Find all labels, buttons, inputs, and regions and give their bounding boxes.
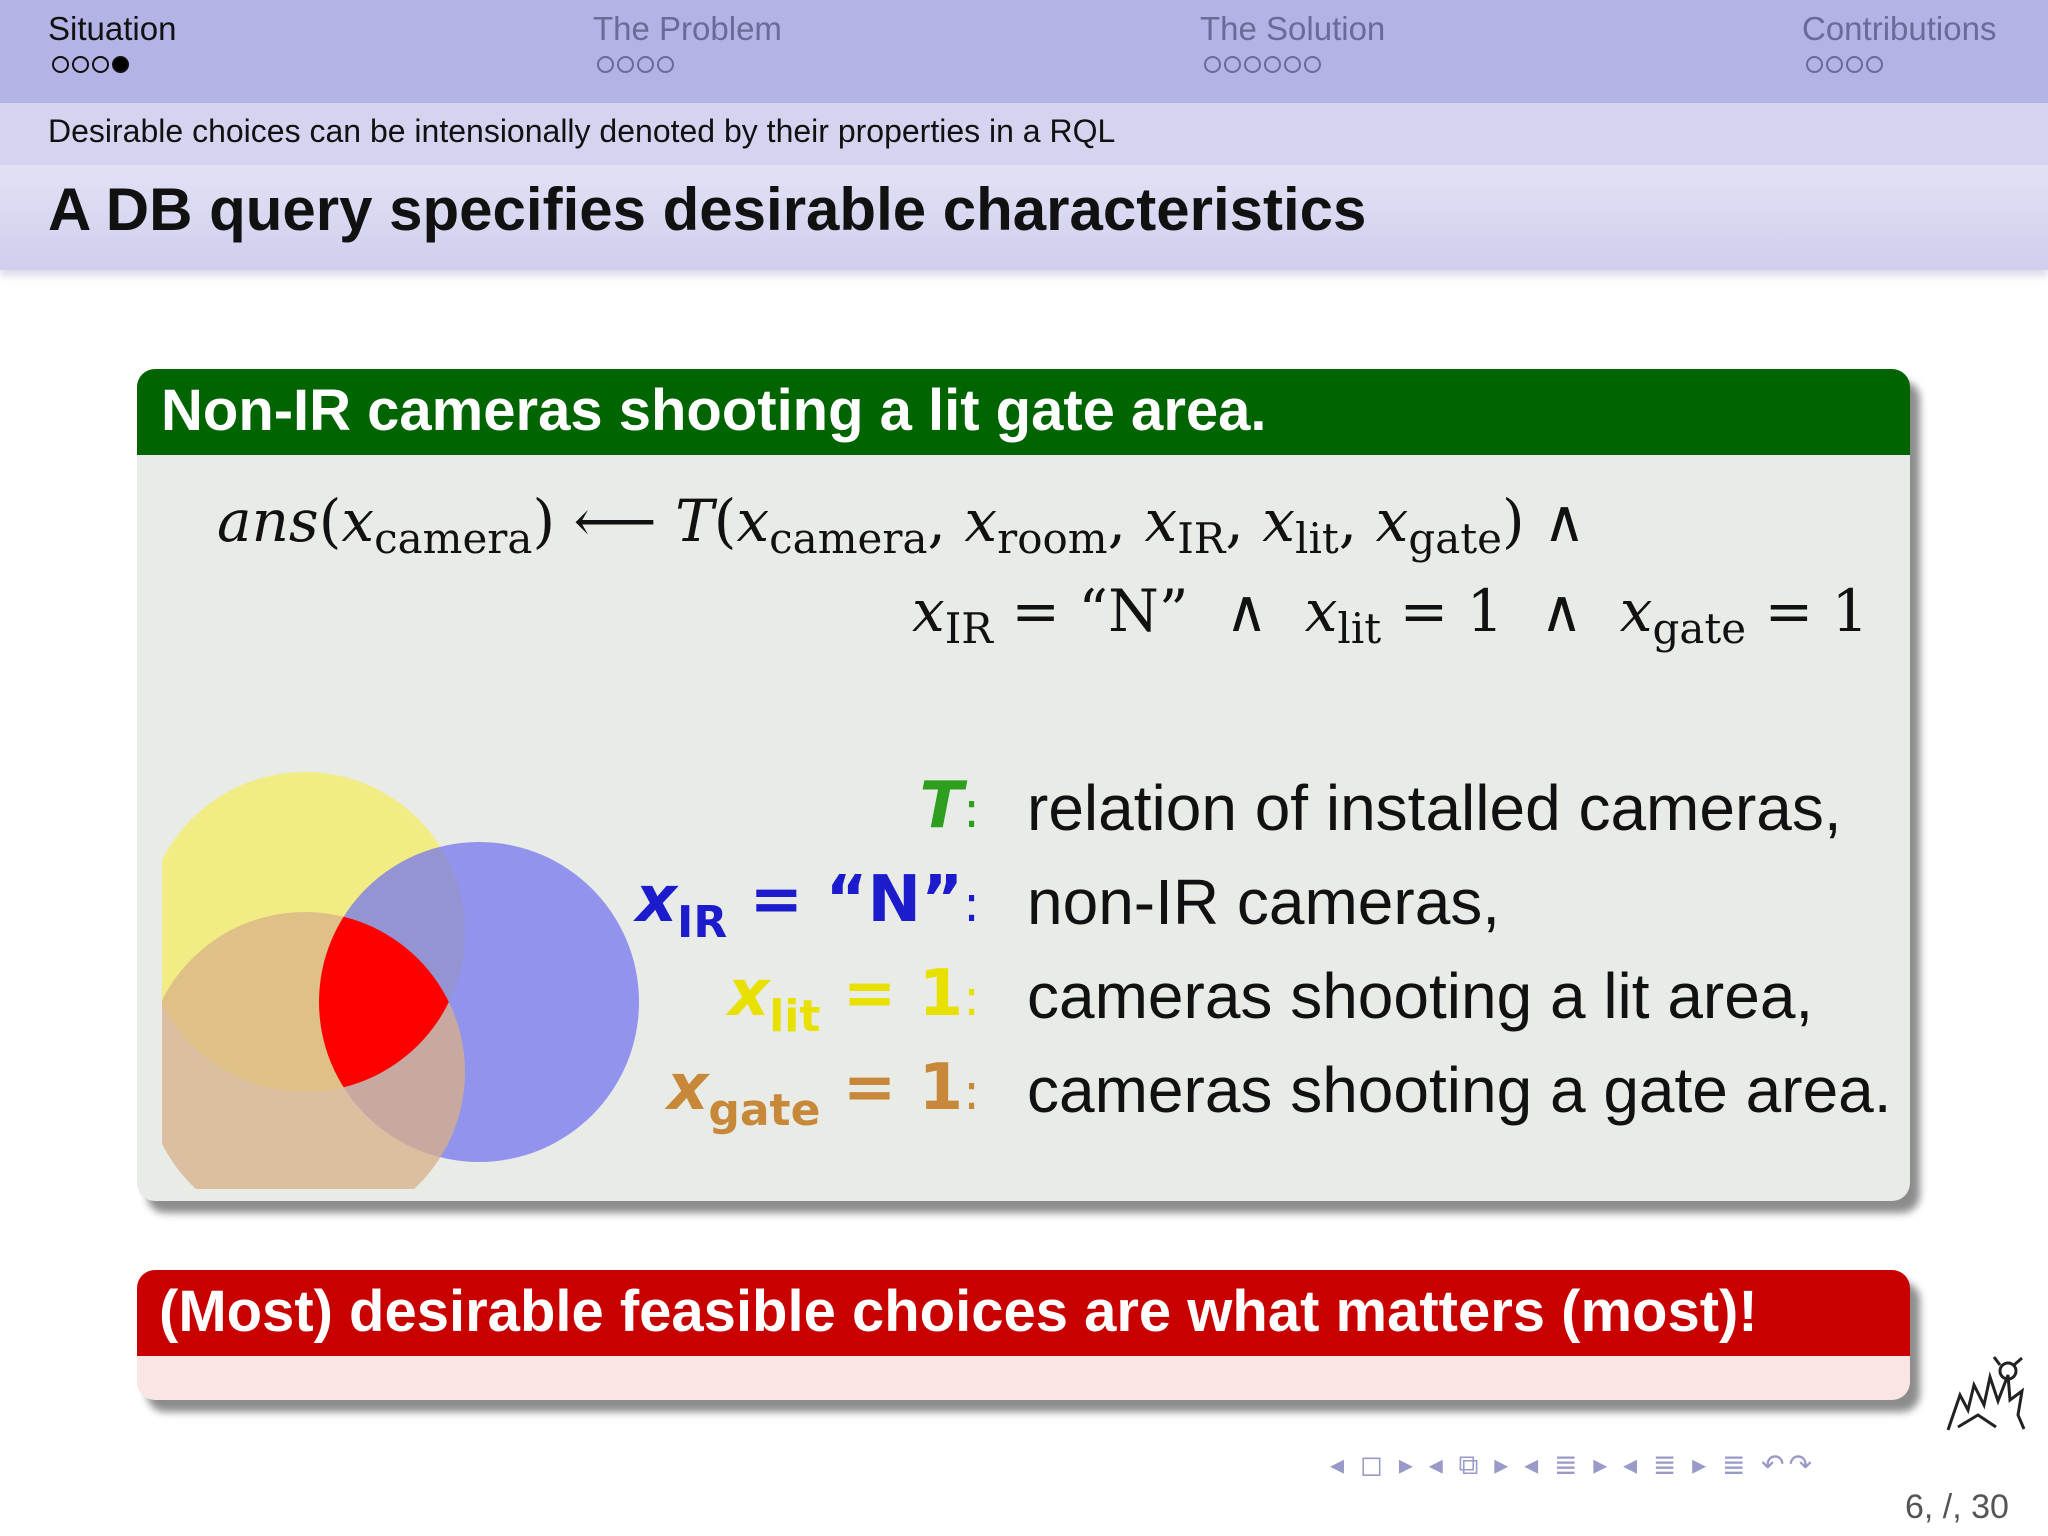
alert-block-heading: (Most) desirable feasible choices are wh… [137, 1270, 1910, 1356]
legend-symbol-text: x [727, 957, 770, 1031]
nav-dot[interactable] [1204, 56, 1221, 73]
formula-sub: lit [1295, 514, 1339, 563]
subsection-bar: Desirable choices can be intensionally d… [0, 103, 2048, 165]
nav-dot[interactable] [1244, 56, 1261, 73]
nav-dot[interactable] [1264, 56, 1281, 73]
legend-description: cameras shooting a gate area. [1027, 1054, 1892, 1126]
nav-dot[interactable] [92, 56, 109, 73]
legend-row: T: relation of installed cameras, [137, 769, 1910, 844]
formula-sub: gate [1408, 514, 1503, 563]
legend-sub: lit [769, 991, 821, 1042]
formula-var: x [1262, 487, 1296, 555]
section-navigation: Situation The Problem The Solution Contr… [0, 0, 2048, 103]
frame-title: A DB query specifies desirable character… [48, 176, 1367, 243]
formula-sub: IR [1177, 514, 1226, 563]
nav-dot[interactable] [1866, 56, 1883, 73]
frame-title-bar: A DB query specifies desirable character… [0, 165, 2048, 270]
legend-symbol: xlit = 1: [728, 957, 980, 1042]
legend-row: xgate = 1: cameras shooting a gate area. [137, 1051, 1910, 1136]
formula-ans: ans [217, 487, 319, 555]
formula-string: “N” [1078, 577, 1189, 645]
subsection-title[interactable]: Desirable choices can be intensionally d… [48, 113, 1115, 150]
formula-arrow: ⟵ [573, 487, 657, 555]
nav-dot[interactable] [1224, 56, 1241, 73]
legend-symbol-text: x [667, 1051, 709, 1125]
legend-sub: IR [677, 897, 728, 948]
legend-symbol: xgate = 1: [667, 1051, 980, 1136]
nav-dot[interactable] [1304, 56, 1321, 73]
legend-colon: : [963, 969, 980, 1027]
nav-dots-solution [1204, 56, 1321, 73]
nav-section-situation[interactable]: Situation [48, 10, 176, 48]
formula-sub: IR [944, 604, 993, 653]
formula-relation: T [675, 487, 714, 555]
legend-symbol-text: T [919, 769, 964, 843]
formula-and: ∧ [1543, 487, 1586, 555]
formula-var: x [736, 487, 770, 555]
nav-section-contributions[interactable]: Contributions [1802, 10, 1996, 48]
formula-var: x [964, 487, 998, 555]
formula-sub: gate [1652, 604, 1747, 653]
legend-description: non-IR cameras, [1027, 866, 1501, 938]
nav-section-solution[interactable]: The Solution [1200, 10, 1385, 48]
formula-var: x [1619, 577, 1653, 645]
nav-dot[interactable] [72, 56, 89, 73]
formula-sub: camera [769, 514, 928, 563]
legend-rhs: = 1 [820, 1051, 964, 1125]
formula-var: x [1375, 487, 1409, 555]
legend-colon: : [963, 781, 980, 839]
query-formula-line-2: xIR = “N” ∧ xlit = 1 ∧ xgate = 1 . [912, 577, 1910, 653]
alert-block: (Most) desirable feasible choices are wh… [137, 1270, 1910, 1400]
formula-eq: = [1399, 577, 1449, 645]
formula-and: ∧ [1225, 577, 1268, 645]
nav-dot[interactable] [1284, 56, 1301, 73]
legend-symbol: T: [919, 769, 980, 843]
nav-section-problem[interactable]: The Problem [593, 10, 782, 48]
legend-row: xIR = “N”: non-IR cameras, [137, 863, 1910, 948]
formula-sub: lit [1337, 604, 1382, 653]
legend-colon: : [963, 875, 980, 933]
formula-sub: camera [374, 514, 533, 563]
beamer-navigation-controls[interactable]: ◂ ◻ ▸ ◂ ⧉ ▸ ◂ ≣ ▸ ◂ ≣ ▸ ≣ ↶↷ [1330, 1448, 1816, 1482]
formula-eq: = [1764, 577, 1814, 645]
formula-one: 1 [1831, 577, 1869, 645]
nav-dot[interactable] [617, 56, 634, 73]
query-formula-line-1: ans(xcamera) ⟵ T(xcamera, xroom, xIR, xl… [217, 487, 1586, 563]
formula-sub: room [997, 514, 1108, 563]
example-block-heading: Non-IR cameras shooting a lit gate area. [137, 369, 1910, 455]
university-lion-logo [1946, 1356, 2026, 1431]
nav-dots-situation [52, 56, 129, 73]
legend-sub: gate [708, 1085, 821, 1136]
formula-var: x [341, 487, 375, 555]
example-block: Non-IR cameras shooting a lit gate area.… [137, 369, 1910, 1201]
formula-one: 1 [1466, 577, 1504, 645]
formula-var: x [912, 577, 945, 645]
formula-var: x [1304, 577, 1338, 645]
nav-dot[interactable] [1826, 56, 1843, 73]
legend-description: cameras shooting a lit area, [1027, 960, 1814, 1032]
nav-dots-contributions [1806, 56, 1883, 73]
legend-symbol-text: x [635, 863, 677, 937]
formula-eq: = [1011, 577, 1060, 645]
legend-row: xlit = 1: cameras shooting a lit area, [137, 957, 1910, 1042]
formula-and: ∧ [1540, 577, 1583, 645]
page-number: 6, /, 30 [1905, 1488, 2009, 1526]
formula-var: x [1144, 487, 1178, 555]
nav-dot[interactable] [1806, 56, 1823, 73]
legend-description: relation of installed cameras, [1027, 772, 1842, 844]
nav-dot[interactable] [1846, 56, 1863, 73]
nav-dots-problem [597, 56, 674, 73]
nav-dot[interactable] [637, 56, 654, 73]
legend-rhs: = “N” [727, 863, 964, 937]
legend-symbol: xIR = “N”: [636, 863, 980, 948]
nav-dot[interactable] [657, 56, 674, 73]
legend-colon: : [963, 1063, 980, 1121]
legend-rhs: = 1 [820, 957, 964, 1031]
nav-dot[interactable] [52, 56, 69, 73]
nav-dot[interactable] [597, 56, 614, 73]
nav-dot-current[interactable] [112, 56, 129, 73]
